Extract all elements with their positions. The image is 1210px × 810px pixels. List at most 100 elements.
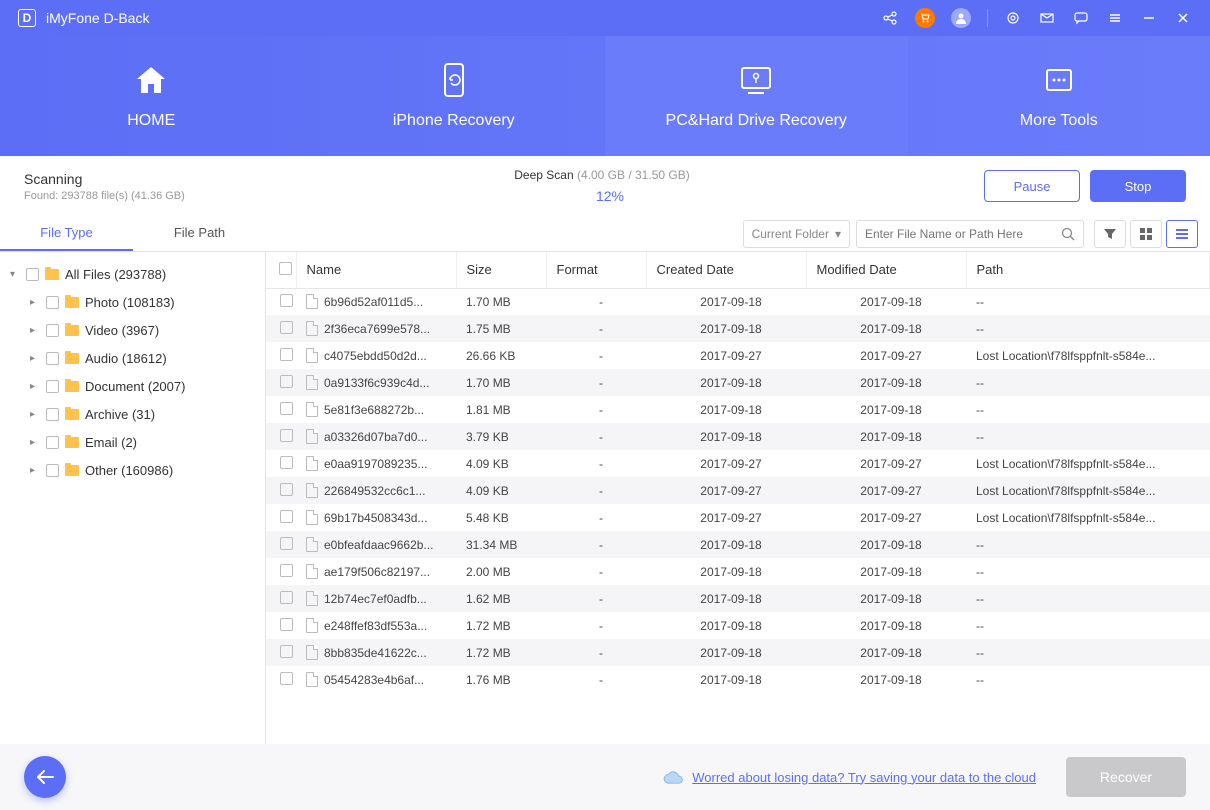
feedback-icon[interactable] bbox=[1072, 9, 1090, 27]
nav-more-tools[interactable]: More Tools bbox=[908, 36, 1210, 156]
tree-checkbox[interactable] bbox=[26, 268, 39, 281]
select-all-checkbox[interactable] bbox=[279, 262, 292, 275]
file-name: a03326d07ba7d0... bbox=[324, 430, 427, 444]
col-format[interactable]: Format bbox=[546, 252, 646, 288]
row-checkbox[interactable] bbox=[280, 294, 293, 307]
tree-item[interactable]: ▸Document (2007) bbox=[0, 372, 265, 400]
table-row[interactable]: 5e81f3e688272b... 1.81 MB - 2017-09-18 2… bbox=[266, 396, 1210, 423]
search-icon[interactable] bbox=[1061, 227, 1075, 241]
file-path: -- bbox=[966, 639, 1210, 666]
table-row[interactable]: 12b74ec7ef0adfb... 1.62 MB - 2017-09-18 … bbox=[266, 585, 1210, 612]
tree-item[interactable]: ▾All Files (293788) bbox=[0, 260, 265, 288]
cart-icon[interactable] bbox=[915, 8, 935, 28]
folder-scope-select[interactable]: Current Folder ▾ bbox=[743, 220, 850, 248]
row-checkbox[interactable] bbox=[280, 375, 293, 388]
more-icon bbox=[1041, 62, 1077, 98]
chevron-icon: ▸ bbox=[30, 325, 40, 336]
cloud-link[interactable]: Worred about losing data? Try saving you… bbox=[692, 770, 1036, 785]
col-created[interactable]: Created Date bbox=[646, 252, 806, 288]
close-icon[interactable] bbox=[1174, 9, 1192, 27]
table-row[interactable]: 69b17b4508343d... 5.48 KB - 2017-09-27 2… bbox=[266, 504, 1210, 531]
recover-button[interactable]: Recover bbox=[1066, 757, 1186, 797]
table-row[interactable]: e0bfeafdaac9662b... 31.34 MB - 2017-09-1… bbox=[266, 531, 1210, 558]
search-input[interactable] bbox=[865, 227, 1061, 241]
tree-item[interactable]: ▸Other (160986) bbox=[0, 456, 265, 484]
tree-checkbox[interactable] bbox=[46, 380, 59, 393]
grid-view-button[interactable] bbox=[1130, 220, 1162, 248]
row-checkbox[interactable] bbox=[280, 402, 293, 415]
row-checkbox[interactable] bbox=[280, 429, 293, 442]
tree-checkbox[interactable] bbox=[46, 352, 59, 365]
table-row[interactable]: 6b96d52af011d5... 1.70 MB - 2017-09-18 2… bbox=[266, 288, 1210, 315]
filter-button[interactable] bbox=[1094, 220, 1126, 248]
tab-file-path[interactable]: File Path bbox=[133, 216, 266, 251]
file-created: 2017-09-18 bbox=[646, 288, 806, 315]
file-name: e0aa9197089235... bbox=[324, 457, 427, 471]
table-row[interactable]: 2f36eca7699e578... 1.75 MB - 2017-09-18 … bbox=[266, 315, 1210, 342]
file-modified: 2017-09-27 bbox=[806, 450, 966, 477]
minimize-icon[interactable] bbox=[1140, 9, 1158, 27]
table-row[interactable]: 8bb835de41622c... 1.72 MB - 2017-09-18 2… bbox=[266, 639, 1210, 666]
file-created: 2017-09-18 bbox=[646, 558, 806, 585]
settings-icon[interactable] bbox=[1004, 9, 1022, 27]
col-modified[interactable]: Modified Date bbox=[806, 252, 966, 288]
list-view-button[interactable] bbox=[1166, 220, 1198, 248]
toolbar: File Type File Path Current Folder ▾ bbox=[0, 216, 1210, 252]
row-checkbox[interactable] bbox=[280, 510, 293, 523]
tree-checkbox[interactable] bbox=[46, 324, 59, 337]
row-checkbox[interactable] bbox=[280, 348, 293, 361]
table-row[interactable]: a03326d07ba7d0... 3.79 KB - 2017-09-18 2… bbox=[266, 423, 1210, 450]
file-format: - bbox=[546, 477, 646, 504]
tree-item[interactable]: ▸Audio (18612) bbox=[0, 344, 265, 372]
file-created: 2017-09-18 bbox=[646, 585, 806, 612]
table-row[interactable]: e0aa9197089235... 4.09 KB - 2017-09-27 2… bbox=[266, 450, 1210, 477]
tree-checkbox[interactable] bbox=[46, 436, 59, 449]
row-checkbox[interactable] bbox=[280, 591, 293, 604]
table-row[interactable]: 226849532cc6c1... 4.09 KB - 2017-09-27 2… bbox=[266, 477, 1210, 504]
search-box[interactable] bbox=[856, 220, 1084, 248]
col-path[interactable]: Path bbox=[966, 252, 1210, 288]
file-name: e0bfeafdaac9662b... bbox=[324, 538, 433, 552]
col-size[interactable]: Size bbox=[456, 252, 546, 288]
titlebar-divider bbox=[987, 9, 988, 27]
col-name[interactable]: Name bbox=[296, 252, 456, 288]
pause-button[interactable]: Pause bbox=[984, 170, 1080, 202]
tree-item[interactable]: ▸Photo (108183) bbox=[0, 288, 265, 316]
table-row[interactable]: 0a9133f6c939c4d... 1.70 MB - 2017-09-18 … bbox=[266, 369, 1210, 396]
file-icon bbox=[306, 375, 318, 390]
table-row[interactable]: c4075ebdd50d2d... 26.66 KB - 2017-09-27 … bbox=[266, 342, 1210, 369]
tab-file-type[interactable]: File Type bbox=[0, 216, 133, 251]
file-name: 12b74ec7ef0adfb... bbox=[324, 592, 427, 606]
stop-button[interactable]: Stop bbox=[1090, 170, 1186, 202]
table-row[interactable]: e248ffef83df553a... 1.72 MB - 2017-09-18… bbox=[266, 612, 1210, 639]
tree-item[interactable]: ▸Archive (31) bbox=[0, 400, 265, 428]
row-checkbox[interactable] bbox=[280, 456, 293, 469]
share-icon[interactable] bbox=[881, 9, 899, 27]
table-row[interactable]: 05454283e4b6af... 1.76 MB - 2017-09-18 2… bbox=[266, 666, 1210, 693]
row-checkbox[interactable] bbox=[280, 483, 293, 496]
menu-icon[interactable] bbox=[1106, 9, 1124, 27]
file-size: 1.76 MB bbox=[456, 666, 546, 693]
row-checkbox[interactable] bbox=[280, 645, 293, 658]
tree-item[interactable]: ▸Email (2) bbox=[0, 428, 265, 456]
tree-item[interactable]: ▸Video (3967) bbox=[0, 316, 265, 344]
nav-iphone-recovery[interactable]: iPhone Recovery bbox=[303, 36, 606, 156]
file-created: 2017-09-18 bbox=[646, 315, 806, 342]
mail-icon[interactable] bbox=[1038, 9, 1056, 27]
back-button[interactable] bbox=[24, 756, 66, 798]
nav-pc-recovery[interactable]: PC&Hard Drive Recovery bbox=[605, 36, 908, 156]
row-checkbox[interactable] bbox=[280, 618, 293, 631]
row-checkbox[interactable] bbox=[280, 564, 293, 577]
avatar-icon[interactable] bbox=[951, 8, 971, 28]
tree-checkbox[interactable] bbox=[46, 296, 59, 309]
tree-checkbox[interactable] bbox=[46, 408, 59, 421]
row-checkbox[interactable] bbox=[280, 321, 293, 334]
row-checkbox[interactable] bbox=[280, 537, 293, 550]
tree-checkbox[interactable] bbox=[46, 464, 59, 477]
file-name: 8bb835de41622c... bbox=[324, 646, 427, 660]
table-row[interactable]: ae179f506c82197... 2.00 MB - 2017-09-18 … bbox=[266, 558, 1210, 585]
nav-home[interactable]: HOME bbox=[0, 36, 303, 156]
file-size: 1.72 MB bbox=[456, 639, 546, 666]
tree-label: All Files (293788) bbox=[65, 267, 166, 282]
row-checkbox[interactable] bbox=[280, 672, 293, 685]
